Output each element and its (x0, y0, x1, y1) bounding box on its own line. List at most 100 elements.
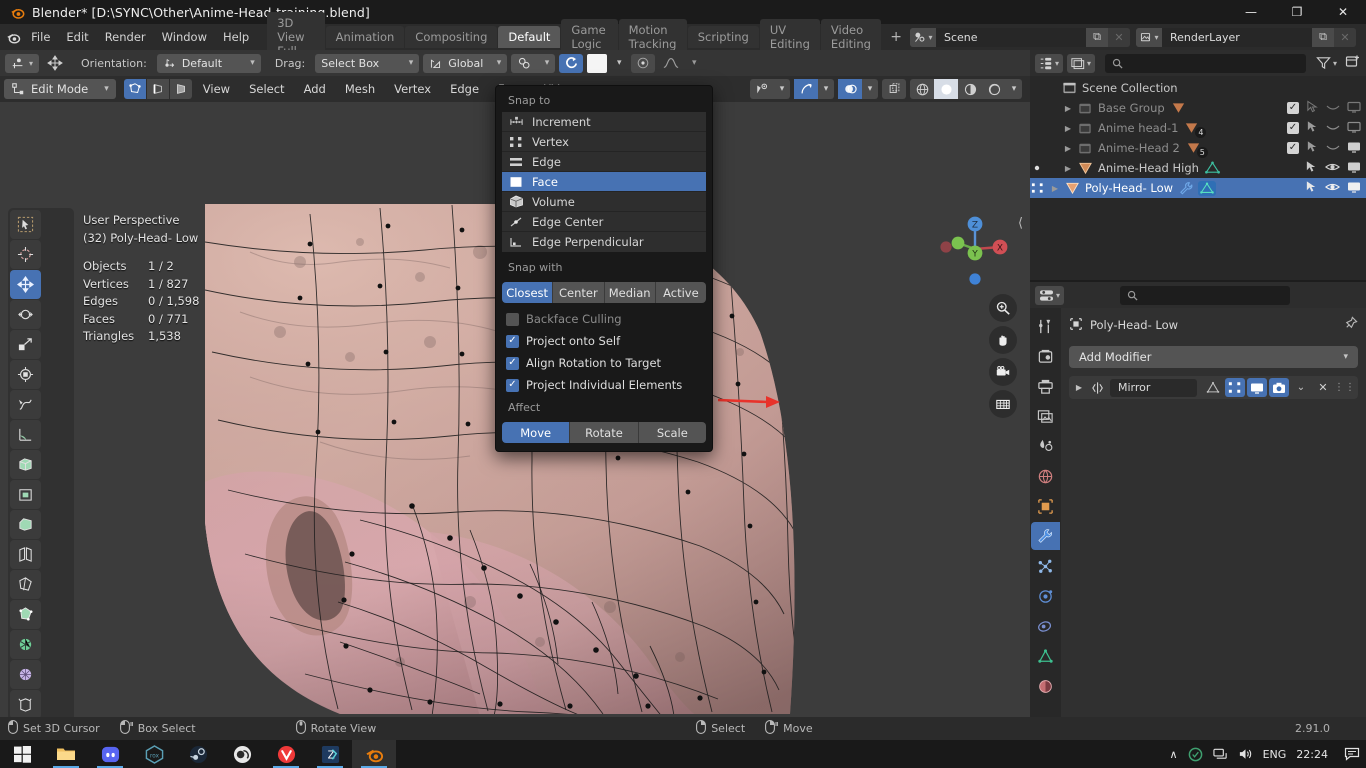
loop-cut-tool-button[interactable] (10, 540, 41, 569)
affect-move-button[interactable]: Move (502, 422, 570, 443)
pivot-point-dropdown[interactable]: ▾ (511, 54, 555, 73)
output-tab[interactable] (1031, 372, 1060, 400)
snap-to-increment-item[interactable]: Increment (502, 112, 706, 132)
snap-mode-swatch[interactable] (587, 54, 607, 73)
funnel-filter-icon[interactable]: ▾ (1316, 56, 1337, 70)
hide-viewport-icon[interactable] (1326, 121, 1340, 136)
blender-icon[interactable] (352, 740, 396, 768)
chevron-down-icon[interactable]: ▾ (818, 79, 834, 99)
scene-selector[interactable]: ▾ Scene ⧉ ✕ (910, 28, 1130, 47)
affect-rotate-button[interactable]: Rotate (570, 422, 638, 443)
workspace-tab-default[interactable]: Default (498, 26, 560, 48)
show-overlays-icon[interactable] (838, 79, 862, 99)
modifier-dropdown-button[interactable]: ⌄ (1291, 378, 1311, 397)
notifications-icon[interactable] (1338, 747, 1360, 761)
render-tab[interactable] (1031, 342, 1060, 370)
outliner-row-scene-collection[interactable]: Scene Collection (1030, 78, 1366, 98)
shading-rendered-button[interactable] (982, 79, 1006, 99)
physics-tab[interactable] (1031, 582, 1060, 610)
realtime-toggle[interactable] (1247, 378, 1267, 397)
scene-name[interactable]: Scene (936, 28, 1086, 47)
disable-in-renders-icon[interactable] (1347, 121, 1361, 136)
selectable-arrow-icon[interactable] (1305, 160, 1318, 176)
object-data-tab[interactable] (1031, 642, 1060, 670)
poly-build-tool-button[interactable] (10, 600, 41, 629)
modifier-drag-grip-icon[interactable]: ⋮⋮ (1335, 378, 1355, 397)
align-rotation-to-target-checkbox[interactable]: ✓ (506, 357, 519, 370)
chevron-down-icon[interactable]: ▾ (1006, 79, 1022, 99)
minimize-button[interactable]: — (1228, 0, 1274, 24)
navigation-gizmo[interactable]: Z X Y (932, 206, 1018, 292)
clock[interactable]: 22:24 (1296, 748, 1328, 761)
pin-icon[interactable] (1343, 316, 1358, 334)
modifier-delete-button[interactable]: ✕ (1313, 378, 1333, 397)
hide-in-viewport-eye-icon[interactable] (1325, 181, 1340, 196)
close-button[interactable]: ✕ (1320, 0, 1366, 24)
viewport-menu-add[interactable]: Add (296, 79, 334, 99)
disclosure-triangle-icon[interactable]: ▶ (1060, 124, 1076, 133)
modifier-row-mirror[interactable]: ▶ Mirror ⌄ ✕ ⋮⋮ (1069, 376, 1358, 399)
vertex-select-button[interactable] (124, 79, 146, 99)
workspace-tab-animation[interactable]: Animation (326, 26, 405, 48)
shading-solid-button[interactable] (934, 79, 958, 99)
gizmo-group[interactable]: ▾ (794, 79, 834, 99)
on-cage-toggle[interactable] (1203, 378, 1223, 397)
bevel-tool-button[interactable] (10, 510, 41, 539)
transform-tool-button[interactable] (10, 360, 41, 389)
unlink-scene-button[interactable]: ✕ (1108, 28, 1130, 47)
menu-window[interactable]: Window (154, 27, 215, 47)
viewport-menu-edge[interactable]: Edge (442, 79, 487, 99)
snap-to-edge-center-item[interactable]: Edge Center (502, 212, 706, 232)
shading-wireframe-button[interactable] (910, 79, 934, 99)
network-icon[interactable] (1213, 747, 1228, 761)
disable-in-renders-icon[interactable] (1347, 161, 1361, 176)
face-select-button[interactable] (170, 79, 192, 99)
measure-tool-button[interactable] (10, 420, 41, 449)
remove-view-layer-button[interactable]: ✕ (1334, 28, 1356, 47)
world-tab[interactable] (1031, 462, 1060, 490)
discord-icon[interactable] (88, 740, 132, 768)
disable-in-renders-icon[interactable] (1347, 101, 1361, 116)
move-tool-button[interactable] (10, 270, 41, 299)
obs-icon[interactable] (220, 740, 264, 768)
extrude-region-tool-button[interactable] (10, 450, 41, 479)
proportional-falloff-chevron-icon[interactable]: ▾ (687, 54, 701, 73)
toggle-ortho-icon[interactable] (989, 390, 1017, 418)
outliner-search-input[interactable] (1105, 54, 1306, 73)
view-layer-name[interactable]: RenderLayer (1162, 28, 1312, 47)
pan-hand-icon[interactable] (989, 326, 1017, 354)
outliner-row-base-group[interactable]: ▶ Base Group ✓ (1030, 98, 1366, 118)
backface-culling-checkbox[interactable] (506, 313, 519, 326)
disclosure-triangle-icon[interactable]: ▶ (1047, 184, 1063, 193)
viewport-menu-mesh[interactable]: Mesh (337, 79, 383, 99)
workspace-tab-scripting[interactable]: Scripting (688, 26, 759, 48)
disable-in-renders-icon[interactable] (1347, 181, 1361, 196)
view-layer-tab[interactable] (1031, 402, 1060, 430)
object-visibility-icon[interactable] (750, 79, 774, 99)
snap-toggle-button[interactable] (559, 54, 583, 73)
sidebar-toggle-arrow-icon[interactable]: ⟨ (1018, 216, 1023, 231)
scale-tool-button[interactable] (10, 330, 41, 359)
edit-mode-toggle[interactable] (1225, 378, 1245, 397)
scene-tab[interactable] (1031, 432, 1060, 460)
tray-expand-chevron-icon[interactable]: ∧ (1170, 748, 1178, 761)
steam-icon[interactable] (176, 740, 220, 768)
disable-in-renders-icon[interactable] (1347, 141, 1361, 156)
snap-with-center-button[interactable]: Center (553, 282, 604, 303)
new-view-layer-button[interactable]: ⧉ (1312, 28, 1334, 47)
menu-file[interactable]: File (23, 27, 58, 47)
project-individual-elements-row[interactable]: ✓ Project Individual Elements (502, 374, 706, 396)
properties-editor-icon[interactable]: ▾ (1035, 286, 1064, 305)
new-scene-button[interactable]: ⧉ (1086, 28, 1108, 47)
visibility-selectability-group[interactable]: ▾ (750, 79, 790, 99)
selectable-arrow-icon[interactable] (1306, 120, 1319, 136)
smooth-tool-button[interactable] (10, 660, 41, 689)
project-onto-self-checkbox[interactable]: ✓ (506, 335, 519, 348)
tool-tab[interactable] (1031, 312, 1060, 340)
volume-icon[interactable] (1238, 747, 1253, 761)
disclosure-triangle-icon[interactable]: ▶ (1060, 164, 1076, 173)
outliner-row-anime-head-high[interactable]: ▶ Anime-Head High (1030, 158, 1366, 178)
object-tab[interactable] (1031, 492, 1060, 520)
drag-dropdown[interactable]: Select Box ▾ (315, 54, 419, 73)
orientation-dropdown[interactable]: Default ▾ (157, 54, 261, 73)
